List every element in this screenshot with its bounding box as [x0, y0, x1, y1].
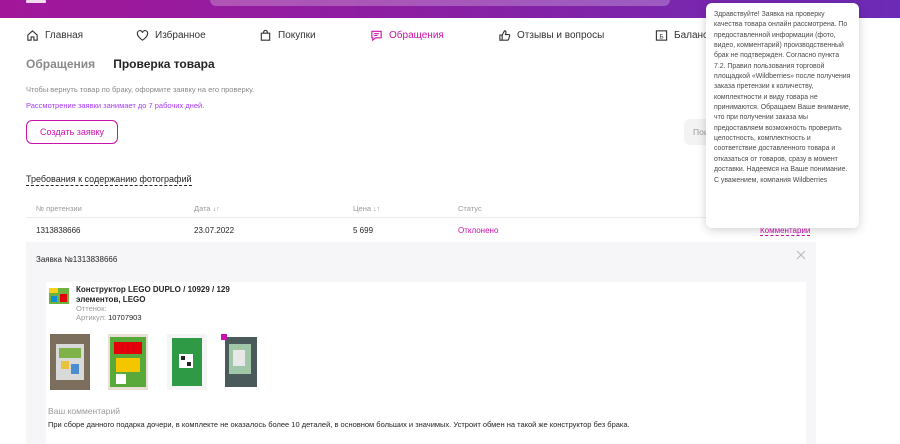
bag-icon	[260, 29, 271, 41]
tab-product-check[interactable]: Проверка товара	[113, 57, 214, 71]
review-time-hint: Рассмотрение заявки занимает до 7 рабочи…	[26, 101, 205, 110]
claim-card: Конструктор LEGO DUPLO / 10929 / 129 эле…	[46, 282, 806, 444]
claim-title: Заявка №1313838666	[36, 255, 118, 264]
header-price[interactable]: Цена ↓↑	[353, 204, 380, 213]
product-shade: Оттенок:	[76, 304, 107, 313]
nav-label: Избранное	[155, 30, 206, 41]
header-claim-no: № претензии	[36, 204, 82, 213]
comment-label: Ваш комментарий	[48, 406, 120, 416]
nav-label: Главная	[45, 30, 84, 41]
cell-claim-no: 1313838666	[36, 226, 81, 235]
claims-table-header: № претензии Дата ↓↑ Цена ↓↑ Статус	[26, 198, 816, 218]
photo-requirements-link[interactable]: Требования к содержанию фотографий	[26, 174, 192, 186]
wallet-icon: Б	[655, 30, 668, 41]
claim-photo[interactable]	[50, 334, 90, 390]
nav-item-home[interactable]: Главная	[26, 29, 83, 42]
rejection-comment-tooltip: Здравствуйте! Заявка на проверку качеств…	[706, 3, 859, 228]
nav-label: Отзывы и вопросы	[517, 30, 605, 41]
header-price-label: Цена	[353, 204, 372, 213]
nav-label: Обращения	[389, 30, 444, 41]
cell-date: 23.07.2022	[194, 226, 235, 235]
header-date-label: Дата	[194, 204, 211, 213]
header-search-bar[interactable]	[210, 0, 670, 6]
article-value: 10707903	[108, 313, 142, 322]
status-badge: Отклонено	[458, 226, 499, 235]
nav-item-purchases[interactable]: Покупки	[259, 29, 316, 42]
header-date[interactable]: Дата ↓↑	[194, 204, 220, 213]
return-hint: Чтобы вернуть товар по браку, оформите з…	[26, 85, 255, 94]
close-icon[interactable]	[796, 250, 806, 260]
table-row[interactable]: 1313838666 23.07.2022 5 699 Отклонено Ко…	[26, 220, 816, 242]
tab-appeals[interactable]: Обращения	[26, 57, 95, 71]
chat-icon	[371, 30, 382, 42]
claim-photo[interactable]	[221, 334, 261, 390]
nav-item-balance[interactable]: Б Баланс	[655, 29, 708, 42]
menu-icon[interactable]	[26, 0, 46, 3]
product-name[interactable]: Конструктор LEGO DUPLO / 10929 / 129 эле…	[76, 285, 246, 305]
tooltip-text: Здравствуйте! Заявка на проверку качеств…	[714, 11, 851, 184]
sort-icon: ↓↑	[212, 206, 220, 213]
product-article: Артикул: 10707903	[76, 313, 142, 322]
product-thumbnail[interactable]	[48, 285, 70, 307]
nav-item-reviews[interactable]: Отзывы и вопросы	[498, 29, 604, 42]
page-tabs: Обращения Проверка товара	[26, 57, 215, 71]
svg-text:Б: Б	[659, 33, 663, 40]
sort-icon: ↓↑	[373, 206, 381, 213]
create-claim-button[interactable]: Создать заявку	[26, 120, 118, 144]
cell-price: 5 699	[353, 226, 374, 235]
article-label: Артикул:	[76, 313, 107, 322]
nav-label: Баланс	[674, 30, 709, 41]
comment-text: При сборе данного подарка дочери, в комп…	[48, 420, 630, 429]
nav-item-favorites[interactable]: Избранное	[136, 29, 206, 42]
home-icon	[27, 30, 38, 41]
claim-details-panel: Заявка №1313838666 Конструктор LEGO DUPL…	[26, 242, 816, 444]
nav-label: Покупки	[278, 30, 316, 41]
nav-item-appeals[interactable]: Обращения	[370, 29, 444, 42]
header-status: Статус	[458, 204, 482, 213]
claim-photo[interactable]	[167, 334, 207, 390]
thumb-icon	[499, 30, 511, 41]
heart-icon	[136, 30, 149, 41]
claim-photo[interactable]	[108, 334, 148, 390]
